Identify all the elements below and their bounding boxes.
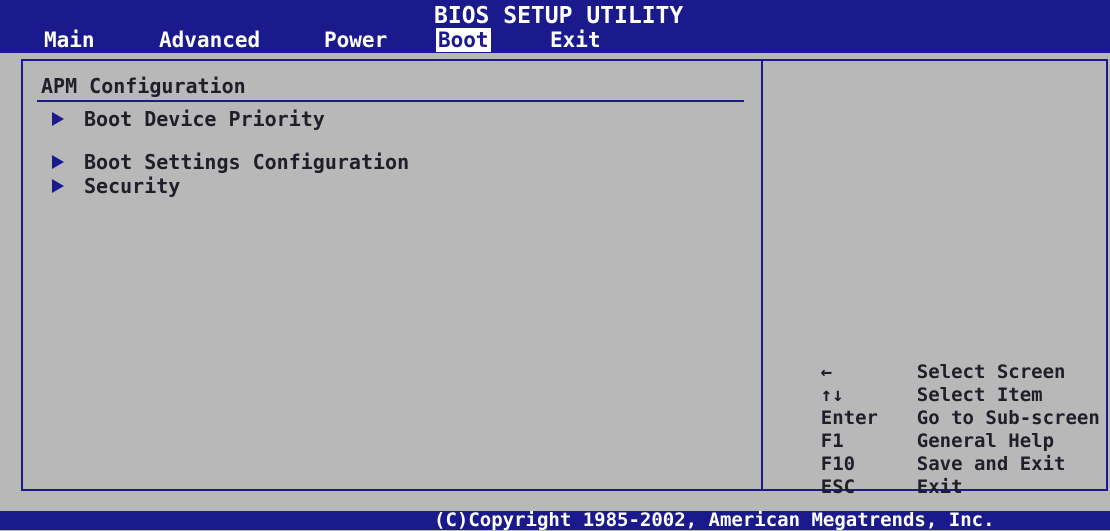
menu-item-label: Boot Settings Configuration [84,150,410,174]
help-key: Enter [820,407,878,429]
menu-item-boot-settings-configuration[interactable]: Boot Settings Configuration [52,150,409,174]
menu-item-security[interactable]: Security [52,174,180,198]
help-key: F1 [820,430,844,452]
submenu-arrow-icon [52,111,64,126]
help-desc: General Help [916,430,1055,452]
help-desc: Go to Sub-screen [916,407,1100,429]
panel-divider [761,59,763,491]
help-row-select-screen: ← Select Screen [775,338,1100,383]
top-bar: BIOS SETUP UTILITY Main Advanced Power B… [0,0,1110,53]
tab-boot[interactable]: Boot [436,28,491,52]
help-key: ESC [820,476,856,498]
help-desc: Save and Exit [916,453,1066,475]
copyright-text: (C)Copyright 1985-2002, American Megatre… [434,509,995,531]
menu-item-boot-device-priority[interactable]: Boot Device Priority [52,107,325,131]
help-desc: Exit [916,476,963,498]
submenu-arrow-icon [52,178,64,193]
menu-item-label: Boot Device Priority [84,107,325,131]
top-menu: Main Advanced Power Boot Exit [0,28,1110,52]
help-desc: Select Item [916,384,1043,406]
section-title: APM Configuration [41,74,246,98]
up-down-arrows-icon: ↑↓ [820,384,844,406]
bios-title: BIOS SETUP UTILITY [434,3,684,29]
tab-exit[interactable]: Exit [548,28,603,52]
menu-item-label: Security [84,174,181,198]
tab-main[interactable]: Main [42,28,97,52]
submenu-arrow-icon [52,154,64,169]
help-desc: Select Screen [916,361,1066,383]
section-rule [37,100,744,102]
left-arrow-icon: ← [820,361,833,383]
tab-power[interactable]: Power [322,28,389,52]
footer-bar: (C)Copyright 1985-2002, American Megatre… [0,511,1110,530]
help-key: F10 [820,453,856,475]
help-panel: ← Select Screen ↑↓ Select Item Enter Go to … [775,338,1100,498]
tab-advanced[interactable]: Advanced [157,28,262,52]
